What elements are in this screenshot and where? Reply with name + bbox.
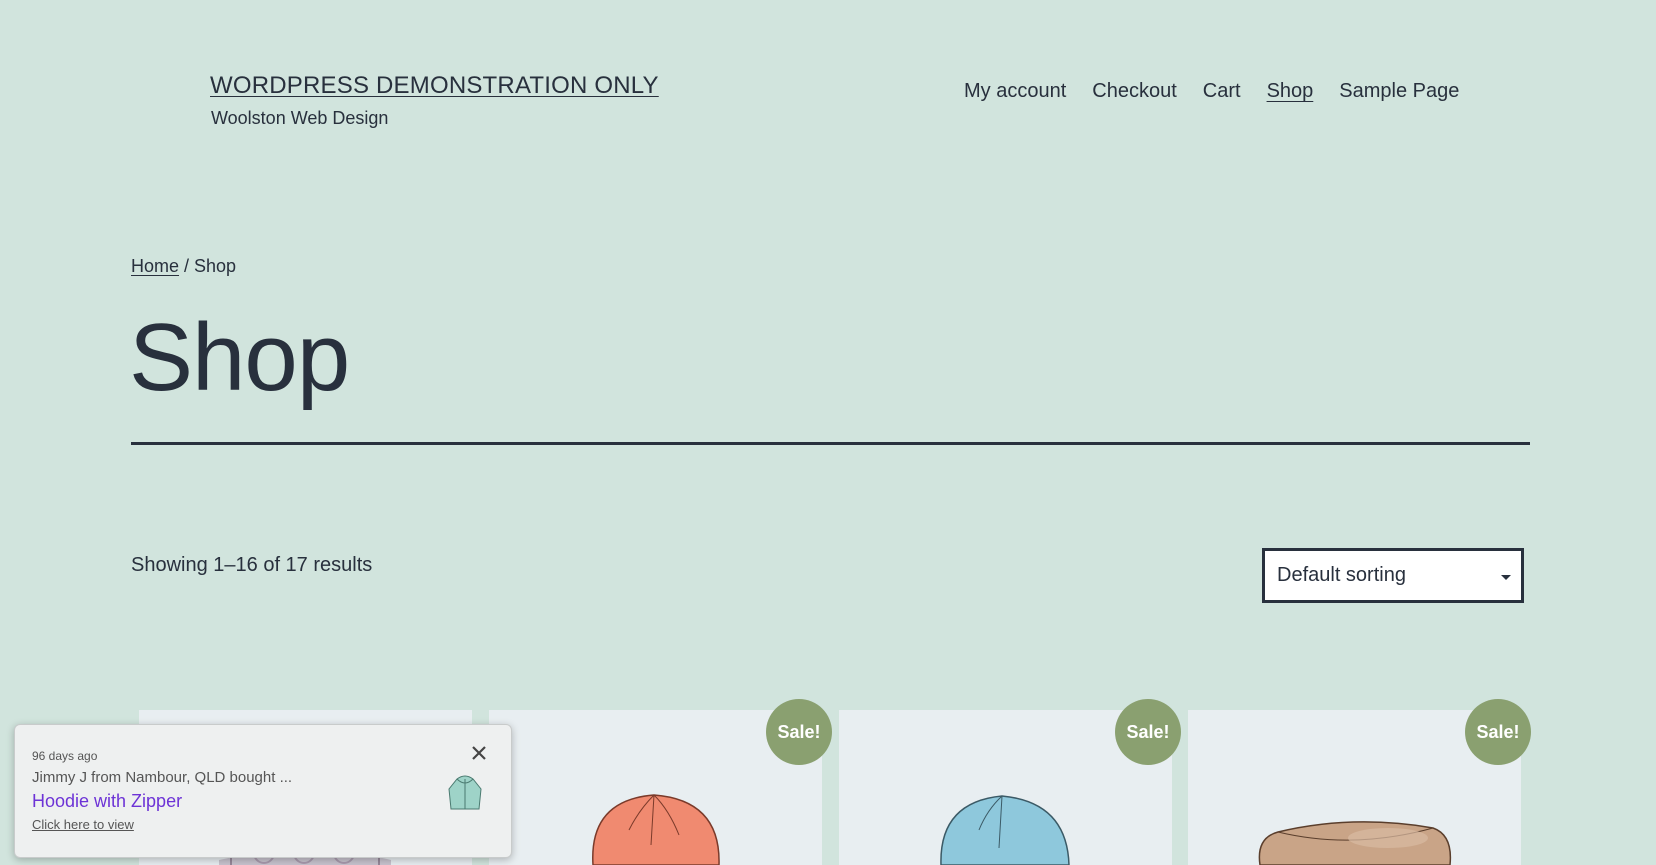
- breadcrumb-separator: /: [179, 256, 195, 276]
- primary-nav: My account Checkout Cart Shop Sample Pag…: [964, 80, 1459, 103]
- breadcrumb-home-link[interactable]: Home: [131, 256, 179, 276]
- sale-badge: Sale!: [1115, 699, 1181, 765]
- nav-item-my-account[interactable]: My account: [964, 80, 1066, 103]
- notification-view-link[interactable]: Click here to view: [32, 817, 134, 832]
- result-count: Showing 1–16 of 17 results: [131, 554, 373, 576]
- notification-buyer: Jimmy J from Nambour, QLD bought ...: [32, 769, 293, 786]
- site-tagline: Woolston Web Design: [211, 108, 389, 128]
- title-divider: [131, 442, 1530, 445]
- chevron-down-icon: [1501, 575, 1511, 580]
- site-title-link[interactable]: WORDPRESS DEMONSTRATION ONLY: [210, 72, 659, 100]
- sale-badge: Sale!: [1465, 699, 1531, 765]
- breadcrumb: Home / Shop: [131, 256, 236, 277]
- close-icon[interactable]: [469, 743, 489, 763]
- nav-item-cart[interactable]: Cart: [1203, 80, 1241, 103]
- breadcrumb-current: Shop: [194, 256, 237, 276]
- sort-select[interactable]: Default sorting: [1262, 548, 1524, 603]
- nav-item-shop[interactable]: Shop: [1267, 80, 1314, 103]
- page-title: Shop: [129, 304, 350, 411]
- notification-time: 96 days ago: [32, 749, 98, 763]
- sales-notification-popup: 96 days ago Jimmy J from Nambour, QLD bo…: [14, 724, 512, 858]
- sort-select-value: Default sorting: [1277, 564, 1406, 586]
- nav-item-checkout[interactable]: Checkout: [1092, 80, 1177, 103]
- notification-product-link[interactable]: Hoodie with Zipper: [32, 791, 182, 812]
- hoodie-thumbnail: [448, 775, 482, 810]
- nav-item-sample-page[interactable]: Sample Page: [1339, 80, 1459, 103]
- sale-badge: Sale!: [766, 699, 832, 765]
